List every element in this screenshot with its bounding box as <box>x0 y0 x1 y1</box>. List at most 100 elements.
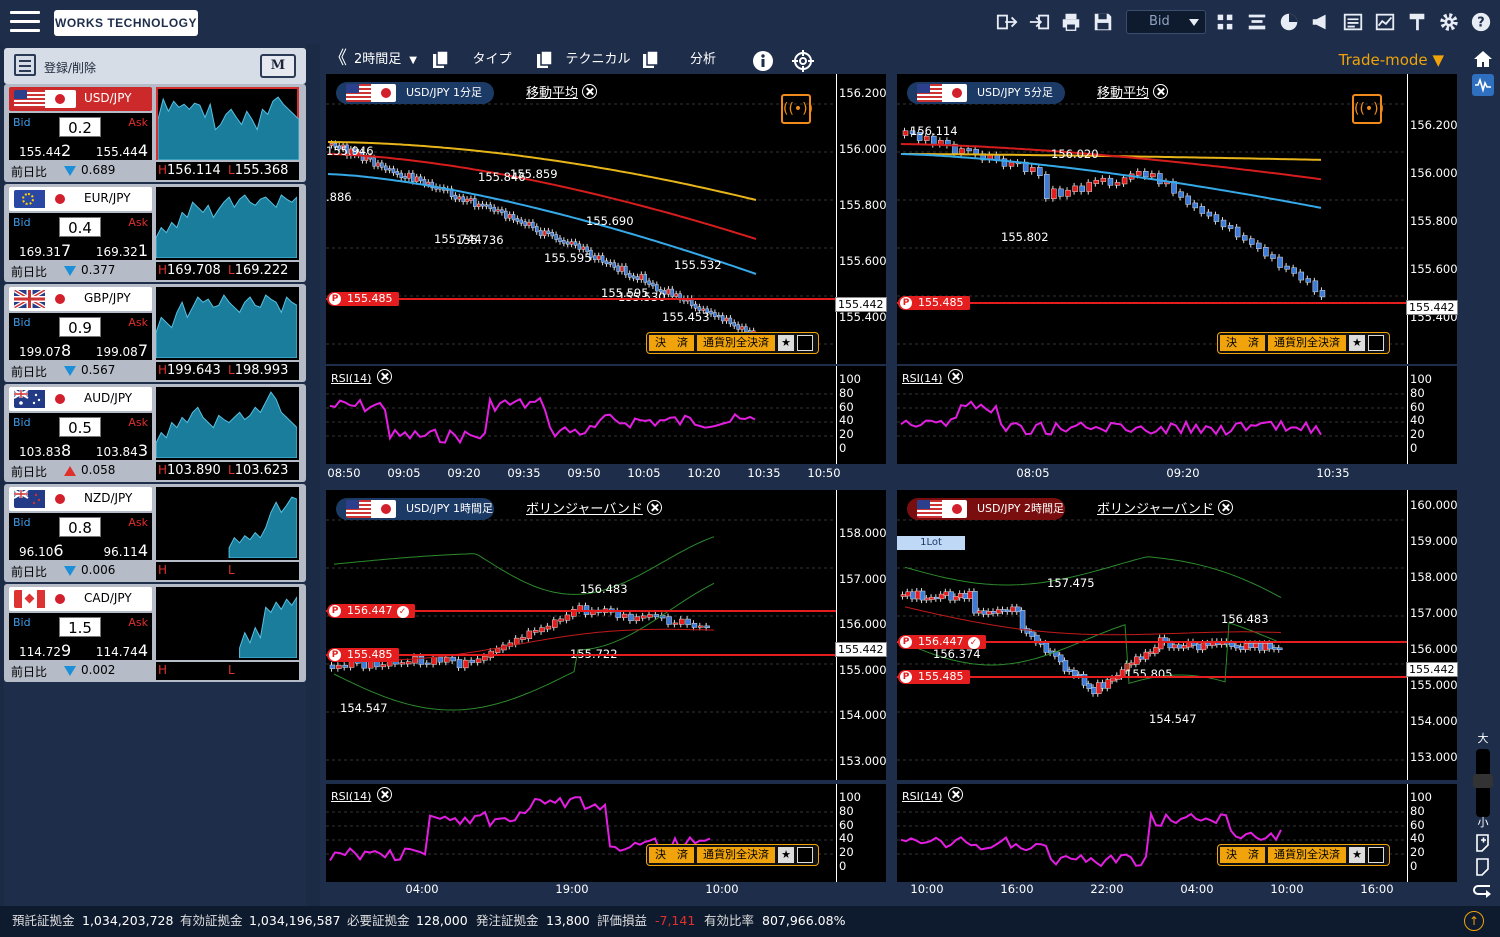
pair-header[interactable]: AUD/JPY <box>9 387 152 411</box>
candlestick-plot[interactable] <box>897 74 1407 364</box>
help-icon[interactable]: ? <box>1468 9 1494 35</box>
close-indicator-icon[interactable] <box>1217 500 1233 515</box>
position-label[interactable]: 156.447✓ <box>898 635 986 649</box>
register-delete-link[interactable]: 登録/削除 <box>44 59 96 76</box>
zoom-slider[interactable] <box>1473 749 1493 817</box>
price-chart-3[interactable]: USD/JPY 1時間足ボリンジャーバンド156.483155.722154.5… <box>326 490 887 780</box>
price-chart-4[interactable]: USD/JPY 2時間足 ボリンジャーバンド 1Lot 157.475 156.374 1… <box>897 490 1458 780</box>
ask-price-button[interactable]: 155.444 <box>96 141 148 160</box>
settle-button[interactable]: 決 済 <box>1220 847 1265 863</box>
bid-price-button[interactable]: 103.838 <box>19 441 71 460</box>
star-icon[interactable]: ★ <box>1349 335 1365 351</box>
grid-layout-icon[interactable] <box>1212 9 1238 35</box>
collapse-left-icon[interactable]: 《 <box>328 46 348 74</box>
position-label[interactable]: 156.447✓ <box>327 604 415 618</box>
copy-icon[interactable] <box>432 50 450 70</box>
indicator-name[interactable]: 移動平均 <box>526 82 598 101</box>
settle-all-button[interactable]: 通貨別全決済 <box>697 847 775 863</box>
trade-mode-button[interactable]: Trade-mode ▼ <box>1339 51 1444 69</box>
settle-button[interactable]: 決 済 <box>1220 335 1265 351</box>
indicator-name[interactable]: ボリンジャーバンド <box>526 498 662 517</box>
pair-header[interactable]: NZD/JPY <box>9 487 152 511</box>
price-axis[interactable]: 156.200 156.000 155.800 155.600 155.400 155.4… <box>1406 74 1458 364</box>
ask-price-button[interactable]: 114.744 <box>96 641 148 660</box>
print-icon[interactable] <box>1058 9 1084 35</box>
pair-card-nzd-jpy[interactable]: NZD/JPY Bid 0.8 Ask 96.106 96.114 前日比 0.… <box>4 484 306 582</box>
market-chart-icon[interactable] <box>1372 9 1398 35</box>
technical-menu[interactable]: テクニカル <box>558 46 638 74</box>
crosshair-icon[interactable] <box>792 50 814 72</box>
indicator-name[interactable]: 移動平均 <box>1097 82 1169 101</box>
price-type-select[interactable]: Bid <box>1126 10 1206 34</box>
sparkline-chart[interactable] <box>156 487 299 560</box>
scroll-up-icon[interactable]: ↑ <box>1464 911 1484 931</box>
zoom-slider-handle[interactable] <box>1473 774 1493 788</box>
sparkline-chart[interactable] <box>155 187 299 260</box>
alarm-icon[interactable]: ((•)) <box>1352 94 1384 124</box>
candlestick-plot[interactable] <box>326 490 836 780</box>
candlestick-plot[interactable] <box>326 74 836 364</box>
memo-add-icon[interactable] <box>1472 832 1494 854</box>
ask-price-button[interactable]: 199.087 <box>96 341 148 360</box>
window-icon[interactable] <box>797 335 813 351</box>
home-icon[interactable] <box>1472 48 1494 70</box>
pair-header[interactable]: CAD/JPY <box>9 587 152 611</box>
bid-price-button[interactable]: 199.078 <box>19 341 71 360</box>
settle-all-button[interactable]: 通貨別全決済 <box>1268 335 1346 351</box>
rsi-panel-3[interactable]: RSI(14) 100 80 60 40 20 0 <box>326 784 886 882</box>
star-icon[interactable]: ★ <box>778 335 794 351</box>
memo-icon[interactable] <box>1472 856 1494 878</box>
chart-pair-selector[interactable]: USD/JPY 1分足 <box>336 82 494 104</box>
position-label[interactable]: 155.485 <box>898 670 970 684</box>
chart-pair-selector[interactable]: USD/JPY 5分足 <box>907 82 1065 104</box>
timeframe-select[interactable]: 2時間足 ▼ <box>354 46 434 74</box>
bid-price-button[interactable]: 96.106 <box>19 541 64 560</box>
pair-card-aud-jpy[interactable]: AUD/JPY Bid 0.5 Ask 103.838 103.843 前日比 … <box>4 384 306 482</box>
copy-icon[interactable] <box>642 50 660 70</box>
rsi-panel-1[interactable]: RSI(14) 100 80 60 40 20 0 <box>326 366 886 464</box>
sparkline-chart[interactable] <box>156 87 300 161</box>
bid-price-button[interactable]: 114.729 <box>19 641 71 660</box>
price-axis[interactable]: 156.200 156.000 155.800 155.600 155.400 155.4… <box>835 74 887 364</box>
window-icon[interactable] <box>1368 335 1384 351</box>
ask-price-button[interactable]: 169.321 <box>96 241 148 260</box>
price-chart-2[interactable]: USD/JPY 5分足 移動平均 ((•)) 156.114 156.020 155.80… <box>897 74 1458 364</box>
settle-all-button[interactable]: 通貨別全決済 <box>697 335 775 351</box>
ask-price-button[interactable]: 103.843 <box>96 441 148 460</box>
settle-all-button[interactable]: 通貨別全決済 <box>1268 847 1346 863</box>
bid-price-button[interactable]: 155.442 <box>19 141 71 160</box>
alarm-icon[interactable]: ((•)) <box>781 94 813 124</box>
sound-wave-icon[interactable] <box>1472 74 1494 96</box>
pair-card-eur-jpy[interactable]: EUR/JPY Bid 0.4 Ask 169.317 169.321 前日比 … <box>4 184 306 282</box>
settle-button[interactable]: 決 済 <box>649 847 694 863</box>
undo-icon[interactable] <box>1472 880 1494 902</box>
close-indicator-icon[interactable] <box>1153 84 1169 99</box>
star-icon[interactable]: ★ <box>1349 847 1365 863</box>
sparkline-chart[interactable] <box>155 387 299 460</box>
pair-card-gbp-jpy[interactable]: GBP/JPY Bid 0.9 Ask 199.078 199.087 前日比 … <box>4 284 306 382</box>
pair-header[interactable]: EUR/JPY <box>9 187 152 211</box>
bid-price-button[interactable]: 169.317 <box>19 241 71 260</box>
rsi-panel-2[interactable]: RSI(14) 100 80 60 40 20 0 <box>897 366 1457 464</box>
price-axis[interactable]: 160.000 159.000 158.000 157.000 156.000 155.0… <box>1406 490 1458 780</box>
login-icon[interactable] <box>1026 9 1052 35</box>
copy-icon[interactable] <box>536 50 554 70</box>
chart-pair-selector[interactable]: USD/JPY 2時間足 <box>907 498 1065 520</box>
type-menu[interactable]: タイプ <box>456 46 528 74</box>
close-indicator-icon[interactable] <box>646 500 662 515</box>
price-axis[interactable]: 158.000 157.000 156.000 155.000 154.000 153.0… <box>835 490 887 780</box>
mini-mode-button[interactable]: M <box>260 54 296 78</box>
settle-button[interactable]: 決 済 <box>649 335 694 351</box>
analysis-menu[interactable]: 分析 <box>666 46 740 74</box>
gear-icon[interactable] <box>1436 9 1462 35</box>
info-icon[interactable] <box>752 50 774 71</box>
hamburger-menu-icon[interactable] <box>10 11 40 33</box>
sparkline-chart[interactable] <box>156 587 299 660</box>
pie-chart-icon[interactable] <box>1276 9 1302 35</box>
news-icon[interactable] <box>1340 9 1366 35</box>
list-edit-icon[interactable] <box>14 54 36 76</box>
logout-icon[interactable] <box>994 9 1020 35</box>
close-indicator-icon[interactable] <box>582 84 598 99</box>
pair-header[interactable]: USD/JPY <box>9 87 152 111</box>
position-label[interactable]: 155.485 <box>327 648 399 662</box>
